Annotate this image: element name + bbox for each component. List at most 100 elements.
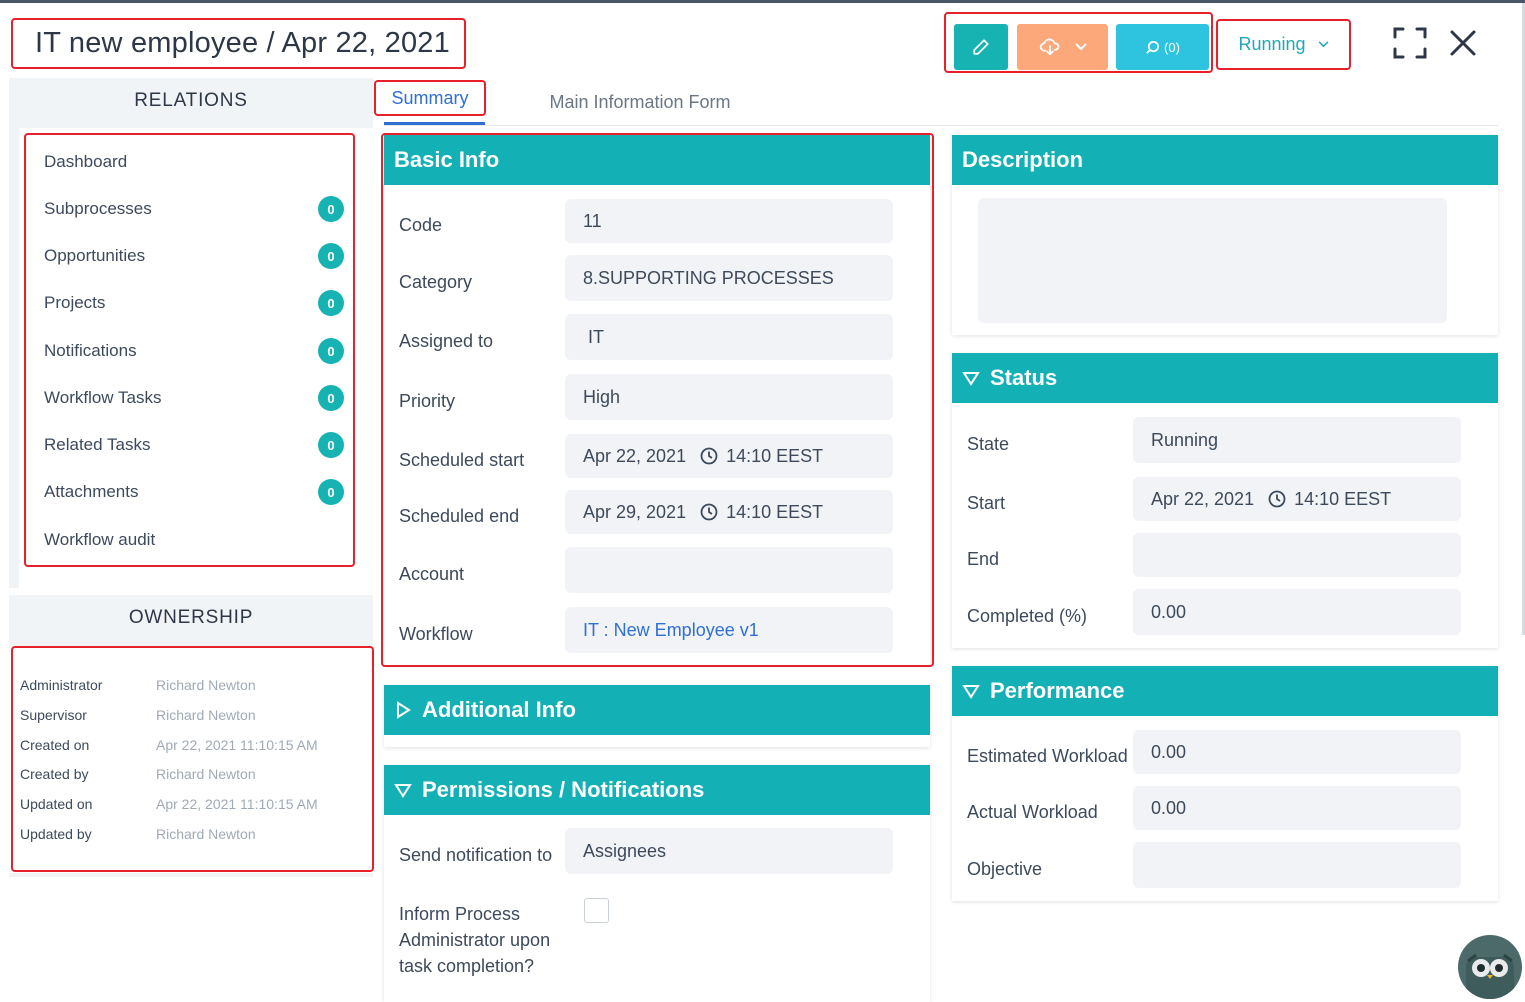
relation-item-attachments[interactable]: Attachments 0	[44, 477, 344, 507]
count-badge: 0	[318, 479, 344, 505]
field-assigned-to: Assigned to IT	[399, 314, 899, 360]
page-title: IT new employee / Apr 22, 2021	[35, 27, 450, 59]
page-title-box: IT new employee / Apr 22, 2021	[11, 18, 466, 69]
field-label: End	[967, 548, 1000, 569]
estimated-workload-input[interactable]: 0.00	[1133, 730, 1461, 774]
scheduled-start-input[interactable]: Apr 22, 2021 14:10 EEST	[565, 434, 893, 478]
objective-input[interactable]	[1133, 842, 1461, 888]
comments-button[interactable]: (0)	[1116, 24, 1209, 70]
state-value[interactable]: Running	[1133, 417, 1461, 463]
field-value-text: IT : New Employee v1	[583, 619, 759, 640]
relation-item-opportunities[interactable]: Opportunities 0	[44, 241, 344, 271]
relation-item-workflow-tasks[interactable]: Workflow Tasks 0	[44, 383, 344, 413]
relation-label: Related Tasks	[44, 435, 151, 454]
ownership-row-administrator: Administrator Richard Newton	[20, 674, 256, 696]
code-input[interactable]: 11	[565, 199, 893, 243]
relation-item-dashboard[interactable]: Dashboard	[44, 147, 344, 177]
count-badge: 0	[318, 290, 344, 316]
category-select[interactable]: 8.SUPPORTING PROCESSES	[565, 255, 893, 301]
relations-heading: RELATIONS	[9, 78, 373, 124]
relation-item-related-tasks[interactable]: Related Tasks 0	[44, 430, 344, 460]
field-label: Workflow	[399, 623, 473, 644]
status-dropdown-label: Running	[1238, 34, 1306, 54]
status-header[interactable]: Status	[952, 353, 1498, 403]
collapse-triangle-icon	[962, 685, 980, 699]
count-badge: 0	[318, 243, 344, 269]
field-category: Category 8.SUPPORTING PROCESSES	[399, 255, 899, 301]
field-label: Send notification to	[399, 844, 553, 865]
inform-admin-checkbox[interactable]	[584, 898, 609, 923]
ownership-row-supervisor: Supervisor Richard Newton	[20, 704, 256, 726]
ownership-row-created-on: Created on Apr 22, 2021 11:10:15 AM	[20, 734, 318, 756]
field-workflow: Workflow IT : New Employee v1	[399, 607, 899, 653]
field-actual-workload: Actual Workload 0.00	[967, 786, 1467, 830]
date-text: Apr 22, 2021	[1151, 488, 1255, 509]
clock-icon	[700, 447, 718, 465]
ownership-value: Richard Newton	[156, 707, 256, 723]
field-state: State Running	[967, 417, 1467, 463]
close-icon[interactable]	[1448, 28, 1478, 58]
account-input[interactable]	[565, 547, 893, 593]
relation-label: Dashboard	[44, 152, 128, 171]
basic-info-header: Basic Info	[384, 135, 930, 185]
fullscreen-icon[interactable]	[1393, 27, 1427, 59]
count-badge: 0	[318, 385, 344, 411]
relation-label: Opportunities	[44, 246, 146, 265]
inform-admin-label: Inform Process Administrator upon task c…	[399, 901, 569, 979]
ownership-value: Apr 22, 2021 11:10:15 AM	[156, 737, 318, 753]
panel-title: Status	[990, 365, 1058, 390]
process-view: IT new employee / Apr 22, 2021 (0) Runni…	[0, 0, 1525, 1002]
field-value-text: Running	[1151, 429, 1219, 450]
ownership-label: Updated on	[20, 796, 93, 812]
relations-list: Dashboard Subprocesses 0 Opportunities 0 P…	[24, 133, 355, 567]
time-text: 14:10 EEST	[726, 501, 824, 522]
permissions-header[interactable]: Permissions / Notifications	[384, 765, 930, 815]
collapse-triangle-icon	[394, 784, 412, 798]
expand-triangle-icon	[397, 701, 411, 719]
tab-summary[interactable]: Summary	[374, 80, 486, 116]
field-value-text: 11	[583, 210, 602, 231]
scheduled-end-input[interactable]: Apr 29, 2021 14:10 EEST	[565, 490, 893, 534]
ownership-label: Administrator	[20, 677, 103, 693]
relation-item-notifications[interactable]: Notifications 0	[44, 336, 344, 366]
assigned-to-input[interactable]: IT	[565, 314, 893, 360]
assistant-avatar[interactable]	[1458, 935, 1522, 999]
send-notification-select[interactable]: Assignees	[565, 828, 893, 874]
cloud-download-icon	[1039, 38, 1059, 56]
collapse-triangle-icon	[962, 372, 980, 386]
owl-icon	[1466, 953, 1514, 999]
relation-label: Attachments	[44, 482, 139, 501]
completed-input[interactable]: 0.00	[1133, 589, 1461, 635]
field-value-text: High	[583, 386, 621, 407]
performance-header[interactable]: Performance	[952, 666, 1498, 716]
field-label: Start	[967, 492, 1006, 513]
additional-info-panel: Additional Info	[384, 685, 930, 747]
status-dropdown[interactable]: Running	[1216, 19, 1351, 70]
clock-icon	[1268, 490, 1286, 508]
field-label: Objective	[967, 858, 1043, 879]
basic-info-panel: Basic Info Code 11 Category 8.SUPPORTING…	[384, 135, 930, 665]
relation-item-subprocesses[interactable]: Subprocesses 0	[44, 194, 344, 224]
tab-main-information-form[interactable]: Main Information Form	[540, 80, 740, 124]
priority-select[interactable]: High	[565, 374, 893, 420]
ownership-details: Administrator Richard Newton Supervisor Ri…	[11, 646, 374, 872]
relation-label: Subprocesses	[44, 199, 152, 218]
field-account: Account	[399, 547, 899, 593]
field-label: State	[967, 433, 1010, 454]
workflow-link[interactable]: IT : New Employee v1	[565, 607, 893, 653]
relation-item-projects[interactable]: Projects 0	[44, 288, 344, 318]
end-input[interactable]	[1133, 533, 1461, 577]
actual-workload-input[interactable]: 0.00	[1133, 786, 1461, 830]
panel-title: Basic Info	[394, 147, 500, 172]
start-input[interactable]: Apr 22, 2021 14:10 EEST	[1133, 477, 1461, 521]
ownership-label: Supervisor	[20, 707, 87, 723]
download-dropdown-button[interactable]	[1017, 24, 1108, 70]
additional-info-header[interactable]: Additional Info	[384, 685, 930, 735]
edit-button[interactable]	[954, 24, 1008, 70]
description-textarea[interactable]	[978, 198, 1447, 323]
ownership-row-updated-on: Updated on Apr 22, 2021 11:10:15 AM	[20, 793, 318, 815]
relation-item-workflow-audit[interactable]: Workflow audit	[44, 525, 344, 555]
field-label: Priority	[399, 390, 456, 411]
field-value-text: 0.00	[1151, 797, 1187, 818]
field-send-notification: Send notification to Assignees	[399, 828, 899, 874]
